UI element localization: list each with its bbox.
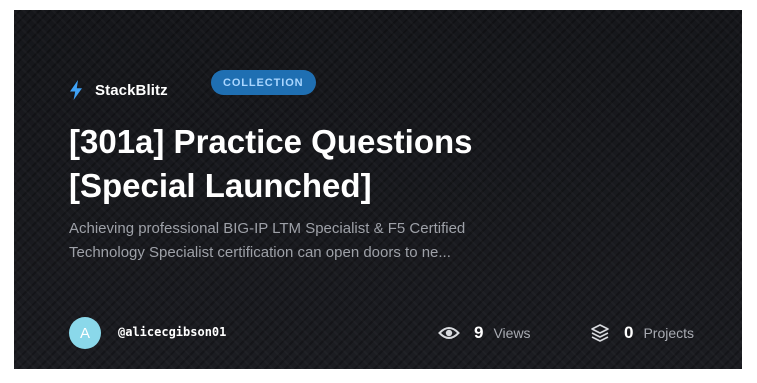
collection-description: Achieving professional BIG-IP LTM Specia… — [69, 217, 589, 265]
bolt-icon — [69, 80, 83, 100]
projects-label: Projects — [643, 325, 695, 341]
projects-count: 0 — [624, 323, 634, 342]
author-username[interactable]: @alicecgibson01 — [118, 325, 226, 339]
collection-title[interactable]: [301a] Practice Questions [Special Launc… — [69, 120, 669, 208]
description-line: Technology Specialist certification can … — [69, 244, 451, 261]
eye-icon — [438, 326, 460, 340]
brand-name: StackBlitz — [95, 81, 168, 99]
title-line: [Special Launched] — [69, 167, 372, 204]
collection-card[interactable]: StackBlitz COLLECTION [301a] Practice Qu… — [14, 10, 742, 369]
avatar[interactable]: A — [69, 317, 101, 349]
description-line: Achieving professional BIG-IP LTM Specia… — [69, 220, 466, 237]
views-stat: 9 Views — [438, 321, 531, 345]
layers-icon — [590, 323, 610, 343]
views-count: 9 — [474, 323, 484, 342]
brand: StackBlitz — [69, 80, 168, 100]
card-footer: A @alicecgibson01 9 Views 0 Projects — [69, 317, 729, 349]
views-label: Views — [493, 325, 531, 341]
projects-stat: 0 Projects — [590, 321, 694, 345]
collection-badge: COLLECTION — [211, 70, 316, 95]
title-line: [301a] Practice Questions — [69, 123, 473, 160]
